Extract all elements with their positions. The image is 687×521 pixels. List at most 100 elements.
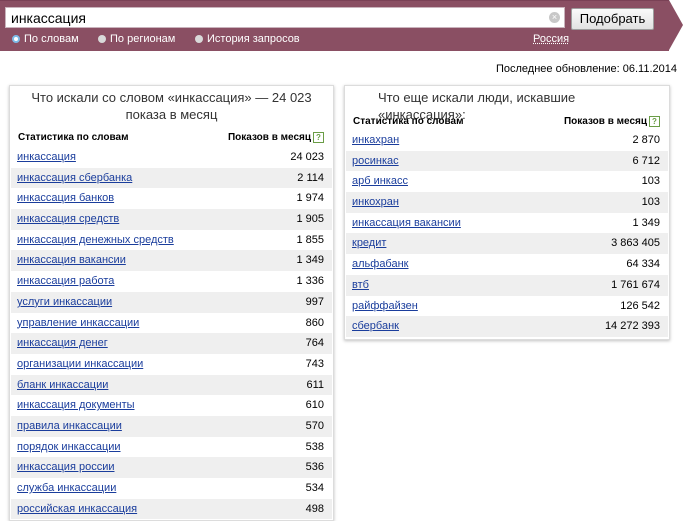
search-box: × [5,7,565,28]
region-link[interactable]: Россия [533,33,569,45]
table-row: порядок инкассации 538 [11,437,332,458]
keyword-link[interactable]: арб инкасс [352,171,408,191]
keyword-link[interactable]: инкассация вакансии [352,213,461,233]
keyword-link[interactable]: порядок инкассации [17,437,121,457]
table-row: инкассация средств 1 905 [11,209,332,230]
keyword-link[interactable]: бланк инкассации [17,375,108,395]
impressions-count: 743 [305,357,324,370]
impressions-count: 1 905 [296,213,324,226]
keyword-link[interactable]: инкассация средств [17,209,119,229]
keyword-link[interactable]: сбербанк [352,316,399,336]
mode-by-regions-label: По регионам [110,33,176,45]
keyword-link[interactable]: управление инкассации [17,313,139,333]
impressions-count: 1 336 [296,275,324,288]
impressions-count: 570 [305,419,324,432]
keyword-link[interactable]: инкассация вакансии [17,250,126,270]
impressions-count: 24 023 [290,151,324,163]
keyword-link[interactable]: российская инкассация [17,499,137,519]
table-row: инкассация 24 023 [11,147,332,168]
table-row: инкахран 2 870 [346,130,668,151]
impressions-count: 538 [305,440,324,453]
impressions-count: 611 [306,378,324,391]
impressions-count: 103 [641,196,660,209]
table-row: сбербанк 14 272 393 [346,316,668,337]
keyword-link[interactable]: инкассация работа [17,271,114,291]
keyword-link[interactable]: инкассация россии [17,457,115,477]
search-header: × Подобрать По словам По регионам Истори… [0,0,687,51]
keyword-link[interactable]: служба инкассации [17,478,116,498]
keyword-link[interactable]: правила инкассации [17,416,122,436]
impressions-count: 1 855 [296,233,324,246]
keyword-link[interactable]: райффайзен [352,296,418,316]
keyword-link[interactable]: организации инкассации [17,354,143,374]
keyword-link[interactable]: инкассация денежных средств [17,230,174,250]
table-row: инкассация денежных средств 1 855 [11,230,332,251]
keyword-link[interactable]: альфабанк [352,254,409,274]
help-icon[interactable]: ? [649,116,660,127]
column-count-header: Показов в месяц? [228,132,324,143]
search-input[interactable] [11,9,541,27]
keyword-link[interactable]: инкассация [17,147,76,167]
table-row: инкохран 103 [346,192,668,213]
keyword-link[interactable]: росинкас [352,151,399,171]
impressions-count: 3 863 405 [611,237,660,250]
table-row: альфабанк 64 334 [346,254,668,275]
last-update: Последнее обновление: 06.11.2014 [495,63,677,75]
column-count-header: Показов в месяц? [564,116,660,127]
impressions-count: 1 761 674 [611,278,660,291]
right-stats-panel: Что еще искали люди, искавшие «инкассаци… [344,85,670,340]
table-row: инкассация документы 610 [11,395,332,416]
keyword-link[interactable]: инкассация сбербанка [17,168,132,188]
help-icon[interactable]: ? [313,132,324,143]
table-row: управление инкассации 860 [11,313,332,334]
right-table-rows: инкахран 2 870 росинкас 6 712 арб инкасс 103 и… [346,130,668,337]
table-row: бланк инкассации 611 [11,374,332,396]
table-row: услуги инкассации 997 [11,291,332,313]
table-row: инкассация денег 764 [11,333,332,354]
keyword-link[interactable]: кредит [352,233,386,253]
keyword-link[interactable]: инкассация денег [17,333,108,353]
impressions-count: 860 [305,316,324,329]
impressions-count: 1 349 [632,216,660,229]
impressions-count: 126 542 [620,299,660,312]
impressions-count: 764 [305,337,324,350]
left-table-header: Статистика по словам Показов в месяц? [10,132,333,146]
impressions-count: 2 870 [632,134,660,146]
table-row: инкассация вакансии 1 349 [11,250,332,272]
column-keyword-header: Статистика по словам [18,132,129,143]
mode-by-regions[interactable]: По регионам [98,33,175,45]
header-arrow [669,0,683,50]
radio-checked-icon [12,35,20,43]
keyword-link[interactable]: инкассация документы [17,395,135,415]
keyword-link[interactable]: втб [352,275,369,295]
clear-icon[interactable]: × [549,12,560,23]
submit-button[interactable]: Подобрать [571,8,654,30]
impressions-count: 997 [305,295,324,308]
table-row: служба инкассации 534 [11,478,332,499]
mode-history[interactable]: История запросов [195,33,300,45]
keyword-link[interactable]: инкохран [352,192,399,212]
table-row: инкассация россии 536 [11,457,332,478]
table-row: райффайзен 126 542 [346,296,668,317]
impressions-count: 610 [305,399,324,412]
impressions-count: 498 [305,502,324,515]
keyword-link[interactable]: инкахран [352,130,399,150]
table-row: российская инкассация 498 [11,498,332,520]
left-stats-panel: Что искали со словом «инкассация» — 24 0… [9,85,334,521]
mode-by-words[interactable]: По словам [12,33,79,45]
keyword-link[interactable]: услуги инкассации [17,292,112,312]
impressions-count: 64 334 [626,258,660,271]
table-row: инкассация сбербанка 2 114 [11,167,332,189]
keyword-link[interactable]: инкассация банков [17,188,114,208]
table-row: росинкас 6 712 [346,150,668,172]
left-table-rows: инкассация 24 023 инкассация сбербанка 2 11… [11,147,332,520]
impressions-count: 1 349 [296,254,324,267]
column-count-label: Показов в месяц [563,116,647,127]
table-row: правила инкассации 570 [11,415,332,437]
table-row: кредит 3 863 405 [346,233,668,255]
table-row: инкассация вакансии 1 349 [346,213,668,234]
table-row: инкассация банков 1 974 [11,188,332,209]
impressions-count: 2 114 [297,171,324,184]
right-table-header: Статистика по словам Показов в месяц? [345,116,669,130]
table-row: втб 1 761 674 [346,274,668,296]
